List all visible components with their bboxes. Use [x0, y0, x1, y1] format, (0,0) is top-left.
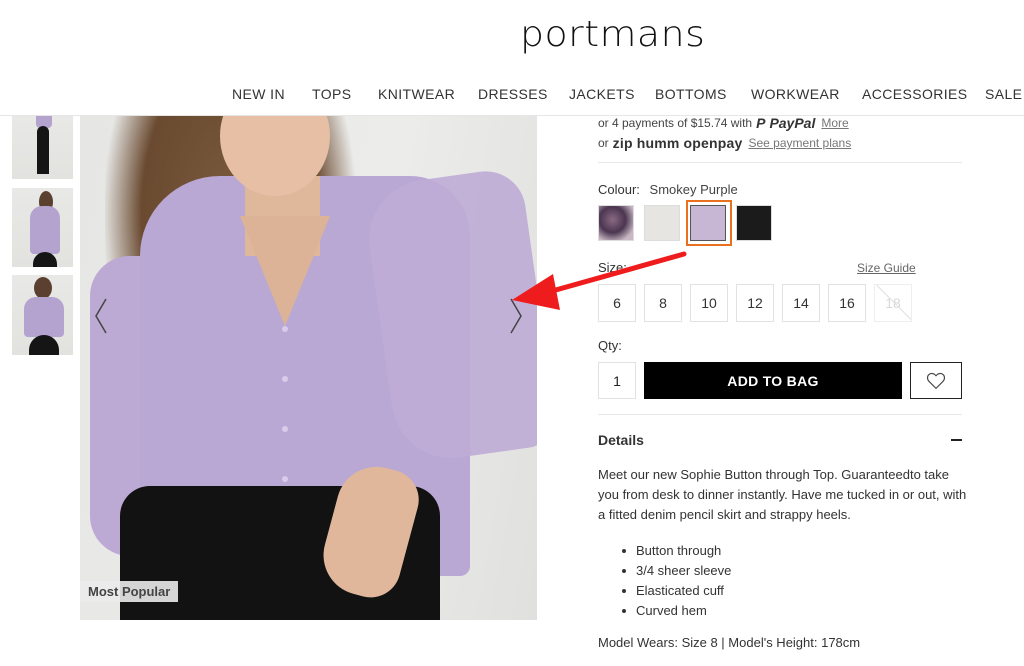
paypal-icon: P	[756, 115, 766, 131]
colour-label-text: Colour:	[598, 182, 640, 197]
gallery-prev-button[interactable]	[94, 297, 108, 339]
swatch-smokey-purple[interactable]	[690, 205, 726, 241]
swatch-ivory[interactable]	[644, 205, 680, 241]
portmans-logo[interactable]: portmans	[520, 14, 705, 55]
feature-item: 3/4 sheer sleeve	[620, 561, 731, 581]
colour-label: Colour: Smokey Purple	[598, 182, 738, 197]
size-option[interactable]: 6	[598, 284, 636, 322]
feature-item: Elasticated cuff	[620, 581, 731, 601]
product-panel: or 4 payments of $15.74 with P PayPal Mo…	[598, 113, 962, 163]
divider	[598, 414, 962, 415]
add-to-bag-button[interactable]: ADD TO BAG	[644, 362, 902, 399]
size-option[interactable]: 16	[828, 284, 866, 322]
selected-colour-name: Smokey Purple	[649, 182, 738, 197]
main-nav: NEW IN TOPS KNITWEAR DRESSES JACKETS BOT…	[0, 86, 1024, 106]
thumbnail-front-full[interactable]	[12, 116, 73, 179]
bnpl-options: or zip humm openpay See payment plans	[598, 133, 962, 153]
paypal-text: or 4 payments of $15.74 with	[598, 116, 753, 130]
humm-logo: humm	[636, 135, 680, 151]
wishlist-button[interactable]	[910, 362, 962, 399]
feature-item: Button through	[620, 541, 731, 561]
nav-new-in[interactable]: NEW IN	[232, 86, 285, 102]
size-option[interactable]: 10	[690, 284, 728, 322]
size-option[interactable]: 8	[644, 284, 682, 322]
paypal-logo: PayPal	[769, 115, 816, 131]
nav-dresses[interactable]: DRESSES	[478, 86, 548, 102]
thumbnail-back[interactable]	[12, 188, 73, 267]
openpay-logo: openpay	[683, 135, 743, 151]
bnpl-prefix: or	[598, 136, 609, 150]
size-option[interactable]: 12	[736, 284, 774, 322]
swatch-black[interactable]	[736, 205, 772, 241]
feature-list: Button through 3/4 sheer sleeve Elastica…	[620, 541, 731, 621]
paypal-installments: or 4 payments of $15.74 with P PayPal Mo…	[598, 113, 962, 133]
site-header: portmans NEW IN TOPS KNITWEAR DRESSES JA…	[0, 0, 1024, 116]
details-heading[interactable]: Details	[598, 432, 644, 448]
size-option-unavailable: 18	[874, 284, 912, 322]
nav-accessories[interactable]: ACCESSORIES	[862, 86, 968, 102]
qty-input[interactable]: 1	[598, 362, 636, 399]
nav-tops[interactable]: TOPS	[312, 86, 351, 102]
gallery-next-button[interactable]	[509, 297, 523, 339]
nav-sale[interactable]: SALE	[985, 86, 1022, 102]
nav-bottoms[interactable]: BOTTOMS	[655, 86, 727, 102]
product-main-image[interactable]	[80, 116, 537, 620]
model-info: Model Wears: Size 8 | Model's Height: 17…	[598, 635, 861, 650]
chevron-right-icon	[510, 298, 522, 334]
minus-icon[interactable]	[951, 439, 962, 441]
most-popular-badge: Most Popular	[80, 581, 179, 602]
nav-jackets[interactable]: JACKETS	[569, 86, 635, 102]
heart-icon	[926, 372, 946, 389]
size-option[interactable]: 14	[782, 284, 820, 322]
zip-logo: zip	[612, 135, 633, 151]
divider	[598, 162, 962, 163]
see-payment-plans-link[interactable]: See payment plans	[749, 136, 852, 150]
product-description: Meet our new Sophie Button through Top. …	[598, 467, 967, 522]
paypal-more-link[interactable]: More	[821, 116, 848, 130]
chevron-left-icon	[95, 298, 107, 334]
swatch-floral[interactable]	[598, 205, 634, 241]
feature-item: Curved hem	[620, 601, 731, 621]
qty-label: Qty:	[598, 338, 622, 353]
size-guide-link[interactable]: Size Guide	[857, 261, 916, 275]
thumbnail-front-half[interactable]	[12, 275, 73, 355]
size-label: Size:	[598, 260, 627, 275]
nav-workwear[interactable]: WORKWEAR	[751, 86, 840, 102]
nav-knitwear[interactable]: KNITWEAR	[378, 86, 455, 102]
